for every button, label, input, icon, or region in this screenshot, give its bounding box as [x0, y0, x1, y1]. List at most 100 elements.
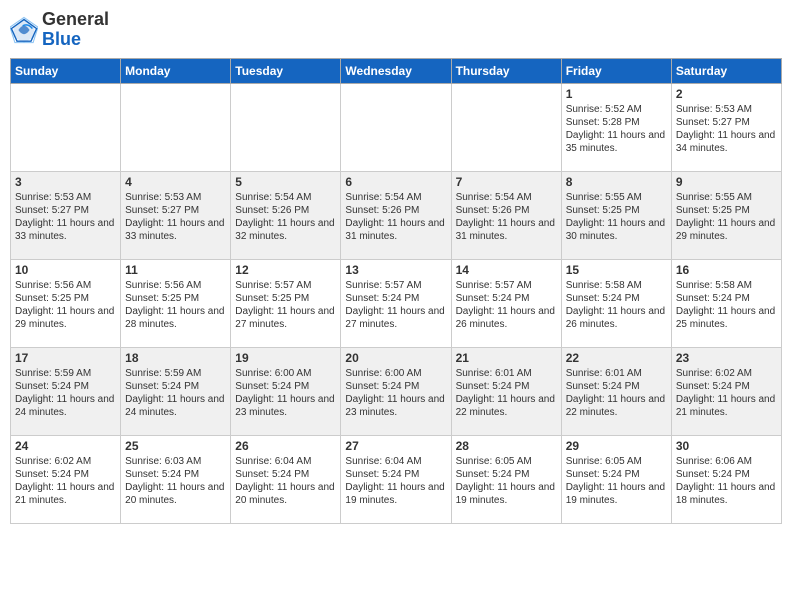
weekday-header-saturday: Saturday — [671, 58, 781, 83]
calendar-cell: 14Sunrise: 5:57 AMSunset: 5:24 PMDayligh… — [451, 259, 561, 347]
calendar-cell: 21 Sunrise: 6:01 AMSunset: 5:24 PMDayligh… — [451, 347, 561, 435]
logo-blue: Blue — [42, 30, 109, 50]
day-info-line: Sunrise: 5:54 AM — [235, 191, 336, 204]
day-number: 24 — [15, 439, 116, 453]
day-number: 16 — [676, 263, 777, 277]
day-info-line: Sunrise: 5:56 AM — [15, 279, 116, 292]
day-number: 30 — [676, 439, 777, 453]
day-info-line: Sunrise: 5:55 AM — [566, 191, 667, 204]
calendar-cell: 16Sunrise: 5:58 AMSunset: 5:24 PMDayligh… — [671, 259, 781, 347]
day-number: 6 — [345, 175, 446, 189]
day-info-line: Daylight: 11 hours and 30 minutes. — [566, 217, 667, 243]
day-number: 10 — [15, 263, 116, 277]
day-number: 4 — [125, 175, 226, 189]
day-info-line: Sunset: 5:26 PM — [235, 204, 336, 217]
calendar-cell: 18Sunrise: 5:59 AMSunset: 5:24 PMDayligh… — [121, 347, 231, 435]
day-info-line: Daylight: 11 hours and 21 minutes. — [15, 481, 116, 507]
day-info-line: Sunrise: 6:01 AM — [566, 367, 667, 380]
day-number: 1 — [566, 87, 667, 101]
logo: General Blue — [10, 10, 109, 50]
calendar-week-row: 17Sunrise: 5:59 AMSunset: 5:24 PMDayligh… — [11, 347, 782, 435]
weekday-header-row: SundayMondayTuesdayWednesdayThursdayFrid… — [11, 58, 782, 83]
day-info-line: Sunset: 5:28 PM — [566, 116, 667, 129]
day-info-line: Sunrise: 5:56 AM — [125, 279, 226, 292]
day-info-line: Sunrise: 6:05 AM — [456, 455, 557, 468]
day-info-line: Daylight: 11 hours and 26 minutes. — [566, 305, 667, 331]
weekday-header-monday: Monday — [121, 58, 231, 83]
day-number: 19 — [235, 351, 336, 365]
day-info-line: Sunset: 5:24 PM — [125, 468, 226, 481]
calendar-cell: 10 Sunrise: 5:56 AMSunset: 5:25 PMDayligh… — [11, 259, 121, 347]
day-info-line: Daylight: 11 hours and 24 minutes. — [125, 393, 226, 419]
day-info-line: Sunrise: 6:02 AM — [676, 367, 777, 380]
day-number: 21 — [456, 351, 557, 365]
weekday-header-tuesday: Tuesday — [231, 58, 341, 83]
day-info-line: Sunset: 5:24 PM — [566, 468, 667, 481]
day-info-line: Daylight: 11 hours and 22 minutes. — [456, 393, 557, 419]
weekday-header-sunday: Sunday — [11, 58, 121, 83]
day-number: 12 — [235, 263, 336, 277]
day-info-line: Sunset: 5:25 PM — [566, 204, 667, 217]
calendar-cell: 27Sunrise: 6:04 AMSunset: 5:24 PMDayligh… — [341, 435, 451, 523]
day-info-line: Sunset: 5:24 PM — [456, 468, 557, 481]
day-number: 23 — [676, 351, 777, 365]
day-number: 15 — [566, 263, 667, 277]
day-number: 17 — [15, 351, 116, 365]
day-info-line: Sunrise: 5:54 AM — [345, 191, 446, 204]
day-info-line: Sunset: 5:25 PM — [676, 204, 777, 217]
day-number: 26 — [235, 439, 336, 453]
calendar-cell: 2Sunrise: 5:53 AMSunset: 5:27 PMDaylight… — [671, 83, 781, 171]
day-info-line: Daylight: 11 hours and 25 minutes. — [676, 305, 777, 331]
day-info-line: Sunrise: 6:02 AM — [15, 455, 116, 468]
day-info-line: Sunset: 5:24 PM — [345, 468, 446, 481]
day-info-line: Daylight: 11 hours and 24 minutes. — [15, 393, 116, 419]
day-info-line: Sunrise: 5:54 AM — [456, 191, 557, 204]
day-info-line: Daylight: 11 hours and 27 minutes. — [345, 305, 446, 331]
day-info-line: Sunrise: 6:00 AM — [235, 367, 336, 380]
day-info-line: Sunrise: 5:58 AM — [566, 279, 667, 292]
day-info-line: Daylight: 11 hours and 33 minutes. — [15, 217, 116, 243]
day-info-line: Sunrise: 6:00 AM — [345, 367, 446, 380]
calendar-cell: 30Sunrise: 6:06 AMSunset: 5:24 PMDayligh… — [671, 435, 781, 523]
day-info-line: Daylight: 11 hours and 21 minutes. — [676, 393, 777, 419]
calendar-cell: 29Sunrise: 6:05 AMSunset: 5:24 PMDayligh… — [561, 435, 671, 523]
day-info-line: Sunrise: 5:59 AM — [125, 367, 226, 380]
day-info-line: Sunrise: 5:52 AM — [566, 103, 667, 116]
day-number: 22 — [566, 351, 667, 365]
day-info-line: Daylight: 11 hours and 27 minutes. — [235, 305, 336, 331]
day-info-line: Daylight: 11 hours and 29 minutes. — [15, 305, 116, 331]
day-number: 27 — [345, 439, 446, 453]
calendar-week-row: 3Sunrise: 5:53 AMSunset: 5:27 PMDaylight… — [11, 171, 782, 259]
calendar-cell: 1 Sunrise: 5:52 AMSunset: 5:28 PMDaylight… — [561, 83, 671, 171]
calendar-cell: 3Sunrise: 5:53 AMSunset: 5:27 PMDaylight… — [11, 171, 121, 259]
calendar-cell: 4Sunrise: 5:53 AMSunset: 5:27 PMDaylight… — [121, 171, 231, 259]
day-info-line: Daylight: 11 hours and 35 minutes. — [566, 129, 667, 155]
day-info-line: Sunset: 5:24 PM — [676, 292, 777, 305]
day-info-line: Sunset: 5:24 PM — [15, 380, 116, 393]
day-number: 14 — [456, 263, 557, 277]
day-info-line: Sunset: 5:24 PM — [235, 468, 336, 481]
day-info-line: Sunrise: 6:06 AM — [676, 455, 777, 468]
day-info-line: Sunset: 5:24 PM — [456, 292, 557, 305]
day-info-line: Sunrise: 6:04 AM — [235, 455, 336, 468]
day-info-line: Sunrise: 6:01 AM — [456, 367, 557, 380]
day-info-line: Sunrise: 6:05 AM — [566, 455, 667, 468]
calendar-cell: 17 Sunrise: 5:59 AMSunset: 5:24 PMDayligh… — [11, 347, 121, 435]
day-info-line: Sunset: 5:25 PM — [15, 292, 116, 305]
calendar-cell: 26 Sunrise: 6:04 AMSunset: 5:24 PMDayligh… — [231, 435, 341, 523]
day-info-line: Sunset: 5:24 PM — [456, 380, 557, 393]
day-info-line: Sunset: 5:25 PM — [125, 292, 226, 305]
day-info-line: Daylight: 11 hours and 26 minutes. — [456, 305, 557, 331]
day-info-line: Sunset: 5:24 PM — [15, 468, 116, 481]
calendar-cell — [341, 83, 451, 171]
day-info-line: Sunset: 5:24 PM — [566, 380, 667, 393]
day-info-line: Sunrise: 5:53 AM — [125, 191, 226, 204]
day-info-line: Sunrise: 5:59 AM — [15, 367, 116, 380]
day-info-line: Sunset: 5:26 PM — [345, 204, 446, 217]
day-info-line: Sunrise: 5:57 AM — [235, 279, 336, 292]
day-info-line: Daylight: 11 hours and 20 minutes. — [235, 481, 336, 507]
day-info-line: Daylight: 11 hours and 31 minutes. — [456, 217, 557, 243]
calendar-cell: 20Sunrise: 6:00 AMSunset: 5:24 PMDayligh… — [341, 347, 451, 435]
day-info-line: Daylight: 11 hours and 33 minutes. — [125, 217, 226, 243]
day-number: 5 — [235, 175, 336, 189]
